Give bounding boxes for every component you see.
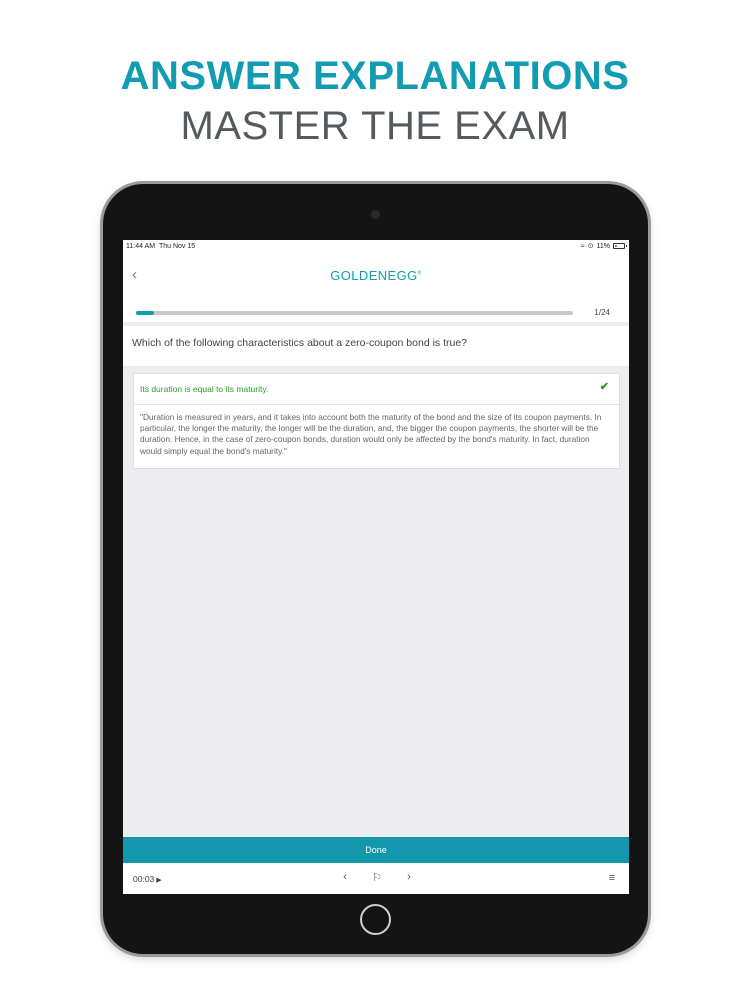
check-icon: ✔ [599, 381, 609, 393]
bottom-toolbar: 00:03 ▶ ‹ ⚐ › ≡ [123, 863, 629, 894]
progress-bar [136, 311, 573, 315]
ipad-frame: 11:44 AM Thu Nov 15 ≈ ⊙ 11% ‹ GOLDENEGG®… [103, 184, 648, 954]
question-navigation: ‹ ⚐ › [337, 871, 417, 884]
status-bar: 11:44 AM Thu Nov 15 ≈ ⊙ 11% [123, 240, 629, 254]
wifi-icon: ≈ [580, 242, 585, 250]
question-box: Which of the following characteristics a… [123, 326, 629, 366]
battery-icon [613, 243, 627, 249]
status-right: ≈ ⊙ 11% [580, 242, 627, 250]
orientation-lock-icon: ⊙ [587, 243, 594, 250]
menu-icon[interactable]: ≡ [609, 872, 615, 884]
play-icon: ▶ [156, 877, 162, 884]
flag-icon[interactable]: ⚐ [369, 871, 385, 884]
next-icon[interactable]: › [401, 871, 417, 884]
app-screen: 11:44 AM Thu Nov 15 ≈ ⊙ 11% ‹ GOLDENEGG®… [123, 240, 629, 894]
nav-bar: ‹ GOLDENEGG® [123, 254, 629, 304]
battery-label: 11% [596, 242, 611, 250]
progress-row: 1/24 [123, 304, 629, 322]
status-time: 11:44 AM Thu Nov 15 [126, 243, 196, 250]
progress-fill [136, 311, 155, 315]
previous-icon[interactable]: ‹ [337, 871, 353, 884]
answer-explanation: "Duration is measured in years, and it t… [140, 412, 602, 456]
home-button[interactable] [360, 904, 391, 935]
done-button[interactable]: Done [123, 837, 629, 863]
answer-text: Its duration is equal to its maturity. [140, 384, 269, 394]
answer-option-correct[interactable]: Its duration is equal to its maturity. ✔ [134, 374, 619, 405]
timer[interactable]: 00:03 ▶ [133, 874, 162, 884]
question-text: Which of the following characteristics a… [132, 337, 468, 349]
camera [371, 210, 380, 219]
subheadline: MASTER THE EXAM [180, 104, 570, 148]
headline: ANSWER EXPLANATIONS [120, 54, 630, 98]
goldenegg-logo: GOLDENEGG® [330, 268, 422, 283]
answer-card: Its duration is equal to its maturity. ✔… [133, 373, 620, 469]
question-counter: 1/24 [594, 308, 610, 317]
